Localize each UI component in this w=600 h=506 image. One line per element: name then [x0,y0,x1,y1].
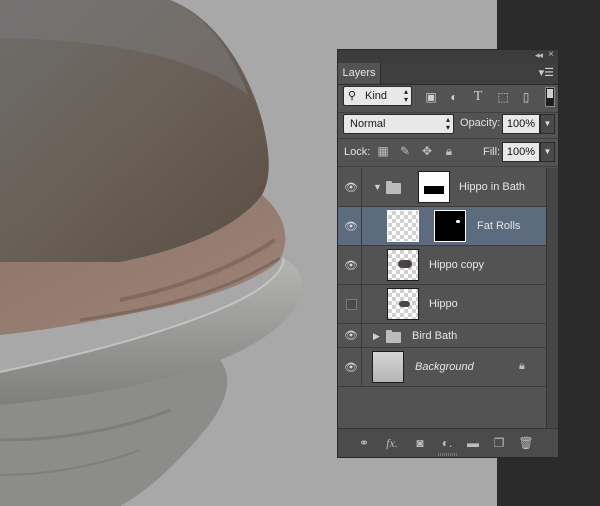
layer-name: Fat Rolls [477,220,521,232]
visibility-toggle[interactable]: 👁︎ [338,207,362,245]
new-layer-icon[interactable]: ❐ [491,436,507,450]
layer-name: Bird Bath [412,330,458,342]
layer-style-icon[interactable]: fx. [384,436,400,450]
group-mask-thumbnail[interactable] [418,171,450,203]
blend-mode-dropdown[interactable]: Normal ▴ ▾ [343,114,454,134]
divider [338,166,558,167]
layer-thumbnail[interactable] [372,351,404,383]
visibility-off-box [346,299,357,310]
shape-filter-icon[interactable]: ⬚ [495,89,511,105]
close-panel-icon[interactable]: × [548,49,554,60]
filter-toggle-switch[interactable] [545,87,555,107]
layer-row-fat-rolls[interactable]: 👁︎ Fat Rolls [338,207,546,246]
image-filter-icon[interactable]: ▣ [423,89,439,105]
type-filter-icon[interactable]: T [470,89,486,105]
eye-icon: 👁︎ [344,221,358,233]
visibility-toggle[interactable]: 👁︎ [338,324,362,347]
opacity-input[interactable]: 100% [502,114,540,134]
layer-list: 👁︎ ▼ Hippo in Bath 👁︎ Fat Rolls 👁︎ Hippo… [338,168,546,428]
link-layers-icon[interactable]: ⚭ [356,436,372,450]
lock-all-icon[interactable]: 🔒︎ [442,144,456,158]
fill-label: Fill: [483,146,501,158]
fill-input[interactable]: 100% [502,142,540,162]
adjustment-layer-icon[interactable]: ◐. [439,436,455,450]
layer-name: Background [415,361,474,373]
layer-row-hippo-copy[interactable]: 👁︎ Hippo copy [338,246,546,285]
lock-label: Lock: [344,146,371,158]
panel-menu-icon[interactable]: ▾☰ [539,66,554,79]
layer-row-background[interactable]: 👁︎ Background 🔒︎ [338,348,546,387]
lock-image-icon[interactable]: ✎ [398,144,412,158]
panel-title-bar[interactable]: ◂◂ × [338,49,558,63]
dropdown-arrows-icon: ▴ ▾ [445,115,450,132]
divider [338,112,558,113]
folder-icon [386,330,401,343]
layer-list-scrollbar[interactable] [546,168,558,428]
layer-thumbnail[interactable] [387,210,419,242]
layer-row-hippo[interactable]: Hippo [338,285,546,324]
adjustment-filter-icon[interactable]: ◐ [446,89,462,105]
visibility-toggle[interactable]: 👁︎ [338,168,362,206]
opacity-dropdown-arrow-icon[interactable]: ▼ [540,114,555,134]
panel-bottom-toolbar: ⚭ fx. ◙ ◐. ▬ ❐ 🗑︎ [338,428,558,457]
fill-dropdown-arrow-icon[interactable]: ▼ [540,142,555,162]
tab-layers[interactable]: Layers [338,63,381,84]
dropdown-arrows-icon: ▴ ▾ [403,87,408,104]
visibility-toggle[interactable]: 👁︎ [338,348,362,386]
new-group-icon[interactable]: ▬ [465,436,481,450]
layer-name: Hippo [429,298,458,310]
divider [338,138,558,139]
layer-name: Hippo in Bath [459,181,526,193]
filter-row: ⚲ Kind ▴ ▾ ▣ ◐ T ⬚ ▯ [338,85,558,113]
lock-icon: 🔒︎ [519,360,525,372]
search-icon: ⚲ [348,90,357,102]
eye-icon: 👁︎ [344,182,358,194]
layer-name: Hippo copy [429,259,485,271]
filter-kind-dropdown[interactable]: ⚲ Kind ▴ ▾ [343,86,412,106]
visibility-toggle[interactable] [338,285,362,323]
eye-icon: 👁︎ [344,362,358,374]
layer-thumbnail[interactable] [387,288,419,320]
blend-mode-label: Normal [350,118,386,130]
layer-thumbnail[interactable] [387,249,419,281]
eye-icon: 👁︎ [344,330,358,342]
folder-icon [386,181,401,194]
layer-mask-thumbnail[interactable] [434,210,466,242]
visibility-toggle[interactable]: 👁︎ [338,246,362,284]
layer-row-hippo-in-bath[interactable]: 👁︎ ▼ Hippo in Bath [338,168,546,207]
collapse-panel-icon[interactable]: ◂◂ [535,50,543,61]
smart-object-filter-icon[interactable]: ▯ [518,89,534,105]
layers-panel: ◂◂ × Layers ▾☰ ⚲ Kind ▴ ▾ ▣ ◐ T ⬚ ▯ Norma… [337,49,559,458]
delete-layer-icon[interactable]: 🗑︎ [518,436,534,450]
layer-row-bird-bath[interactable]: 👁︎ ▶ Bird Bath [338,324,546,348]
opacity-label: Opacity: [460,117,501,129]
filter-kind-label: Kind [365,90,388,102]
panel-tab-bar: Layers ▾☰ [338,63,558,85]
resize-grip[interactable] [438,453,458,456]
disclosure-triangle-open-icon[interactable]: ▼ [373,182,382,192]
disclosure-triangle-closed-icon[interactable]: ▶ [373,331,380,342]
add-mask-icon[interactable]: ◙ [412,436,428,450]
eye-icon: 👁︎ [344,260,358,272]
lock-transparent-icon[interactable]: ▦ [376,144,390,158]
lock-position-icon[interactable]: ✥ [420,144,434,158]
